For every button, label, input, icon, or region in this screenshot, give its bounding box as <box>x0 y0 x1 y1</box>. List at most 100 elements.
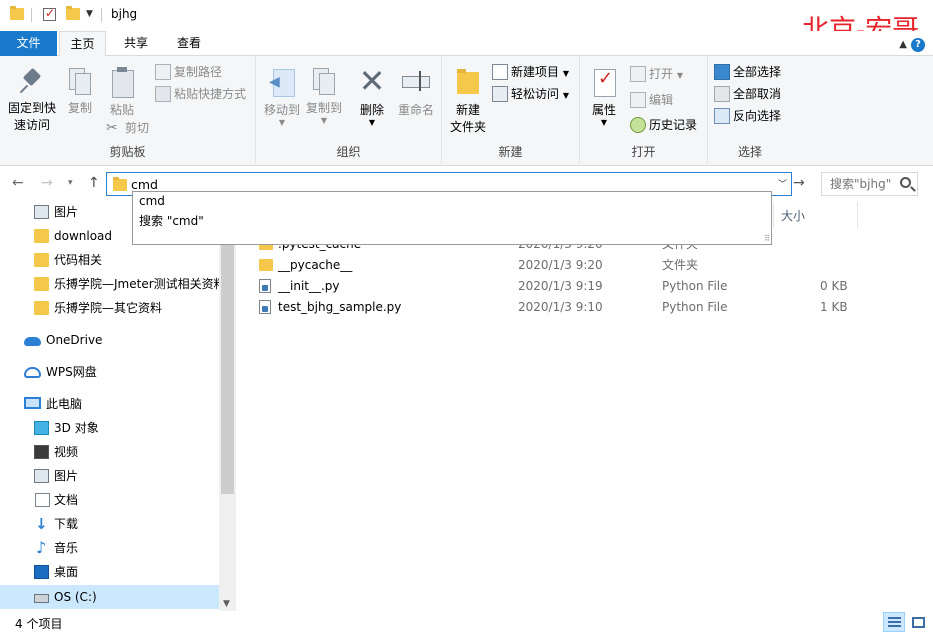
nav-item-downloads[interactable]: ↓ 下载 <box>0 512 219 536</box>
forward-arrow-icon[interactable]: → <box>41 175 53 191</box>
new-group: 新建 文件夹 新建项目 ▼ 轻松访问 ▼ 新建 <box>442 56 580 164</box>
tab-home[interactable]: 主页 <box>59 31 106 57</box>
nav-item-desktop[interactable]: 桌面 <box>0 560 219 584</box>
cut-button[interactable]: ✂ 剪切 <box>106 118 149 138</box>
file-row[interactable]: test_bjhg_sample.py 2020/1/3 9:10 Python… <box>254 297 874 318</box>
copy-label: 复制 <box>67 101 92 115</box>
properties-button[interactable]: 属性 ▼ <box>586 66 622 127</box>
copy-path-icon <box>155 63 171 80</box>
onedrive-icon <box>24 337 41 346</box>
up-arrow-icon[interactable]: ↑ <box>88 175 100 191</box>
python-file-icon <box>259 279 271 293</box>
ribbon-tabs: 文件 主页 共享 查看 ▲? <box>0 31 933 57</box>
file-row[interactable]: __init__.py 2020/1/3 9:19 Python File 0 … <box>254 276 874 297</box>
copy-to-button[interactable]: 复制到 ▼ <box>304 66 344 125</box>
nav-item-label: 此电脑 <box>46 397 83 411</box>
edit-button[interactable]: 编辑 <box>630 90 673 110</box>
file-size: 0 KB <box>820 279 848 293</box>
document-icon <box>35 493 50 507</box>
move-to-button[interactable]: 移动到 ▼ <box>262 66 302 127</box>
paste-icon <box>109 66 135 98</box>
nav-item-this-pc[interactable]: 此电脑 <box>0 392 219 416</box>
copy-button[interactable]: 复制 <box>62 66 98 117</box>
go-arrow-icon[interactable]: → <box>793 175 805 191</box>
search-icon[interactable] <box>900 177 911 188</box>
autocomplete-search-item[interactable]: 搜索 "cmd" <box>139 212 204 229</box>
file-type: Python File <box>662 300 728 314</box>
clipboard-group: 固定到快 速访问 复制 粘贴 复制路径 粘贴快捷方式 ✂ 剪切 剪贴板 <box>0 56 256 164</box>
address-autocomplete-dropdown: cmd 搜索 "cmd" ⠿ <box>132 191 772 245</box>
nav-item-pictures[interactable]: 图片 <box>0 464 219 488</box>
copy-to-label: 复制到 <box>305 101 342 115</box>
history-button[interactable]: 历史记录 <box>630 115 697 135</box>
download-icon: ↓ <box>35 515 48 533</box>
nav-item-label: 视频 <box>54 445 79 459</box>
folder-icon <box>113 177 127 191</box>
select-none-button[interactable]: 全部取消 <box>714 84 781 104</box>
select-group: 全部选择 全部取消 反向选择 选择 <box>708 56 792 164</box>
copy-icon <box>67 66 93 96</box>
large-icons-view-button[interactable] <box>907 612 929 632</box>
help-icon[interactable]: ? <box>911 38 925 52</box>
new-folder-button[interactable]: 新建 文件夹 <box>446 66 490 136</box>
nav-item-onedrive[interactable]: OneDrive <box>0 328 219 352</box>
new-item-button[interactable]: 新建项目 ▼ <box>492 62 569 82</box>
column-header-size[interactable]: 大小 <box>781 202 805 230</box>
autocomplete-item[interactable]: cmd <box>139 194 165 208</box>
tab-file[interactable]: 文件 <box>0 31 57 56</box>
select-all-button[interactable]: 全部选择 <box>714 62 781 82</box>
copy-path-button[interactable]: 复制路径 <box>155 62 222 82</box>
easy-access-label: 轻松访问 <box>511 87 560 101</box>
recent-locations-chevron-icon[interactable]: ▾ <box>68 178 73 188</box>
invert-selection-button[interactable]: 反向选择 <box>714 106 781 126</box>
pin-to-quick-access-button[interactable]: 固定到快 速访问 <box>4 68 60 134</box>
nav-item-label: 3D 对象 <box>54 421 99 435</box>
computer-icon <box>24 397 41 409</box>
nav-item-other-materials[interactable]: 乐搏学院—其它资料 <box>0 296 219 320</box>
back-arrow-icon[interactable]: ← <box>12 175 24 191</box>
details-view-button[interactable] <box>883 612 905 632</box>
nav-item-jmeter-materials[interactable]: 乐搏学院—Jmeter测试相关资料 <box>0 272 219 296</box>
nav-item-os-c-drive[interactable]: OS (C:) <box>0 585 219 609</box>
new-folder-icon[interactable] <box>66 6 80 20</box>
nav-item-3d-objects[interactable]: 3D 对象 <box>0 416 219 440</box>
nav-item-label: 桌面 <box>54 565 79 579</box>
delete-icon: ✕ <box>358 62 386 100</box>
search-box[interactable] <box>821 172 918 196</box>
large-icons-view-icon <box>912 617 925 628</box>
new-folder-label-line2: 文件夹 <box>449 120 486 134</box>
nav-item-music[interactable]: ♪ 音乐 <box>0 536 219 560</box>
tab-view[interactable]: 查看 <box>166 31 212 56</box>
pin-label-line1: 固定到快 <box>7 101 56 115</box>
tab-share[interactable]: 共享 <box>113 31 159 56</box>
pin-icon <box>20 68 44 96</box>
file-row[interactable]: __pycache__ 2020/1/3 9:20 文件夹 <box>254 255 874 276</box>
new-group-label: 新建 <box>498 145 523 159</box>
delete-button[interactable]: ✕ 删除 ▼ <box>354 62 390 127</box>
navigation-pane-scrollbar[interactable]: ▼ <box>219 200 236 611</box>
move-to-icon <box>267 66 297 98</box>
nav-item-wps-cloud[interactable]: WPS网盘 <box>0 360 219 384</box>
properties-check-icon[interactable] <box>43 6 56 21</box>
nav-item-code[interactable]: 代码相关 <box>0 248 219 272</box>
move-to-label: 移动到 <box>263 103 300 117</box>
select-none-label: 全部取消 <box>733 87 782 101</box>
nav-item-documents[interactable]: 文档 <box>0 488 219 512</box>
quick-access-toolbar-dropdown-icon[interactable]: ▼ <box>86 9 93 19</box>
search-input[interactable] <box>830 177 900 191</box>
easy-access-button[interactable]: 轻松访问 ▼ <box>492 84 569 104</box>
nav-item-videos[interactable]: 视频 <box>0 440 219 464</box>
python-file-icon <box>259 300 271 314</box>
address-dropdown-chevron-icon[interactable]: ﹀ <box>778 177 787 190</box>
paste-button[interactable]: 粘贴 <box>102 66 142 119</box>
divider <box>31 8 32 22</box>
scroll-down-arrow-icon[interactable]: ▼ <box>223 599 230 609</box>
rename-button[interactable]: 重命名 <box>394 66 438 119</box>
select-group-label: 选择 <box>737 145 762 159</box>
paste-label: 粘贴 <box>109 103 134 117</box>
resize-grip-icon[interactable]: ⠿ <box>764 234 770 243</box>
paste-shortcut-button[interactable]: 粘贴快捷方式 <box>155 84 246 104</box>
collapse-ribbon-icon[interactable]: ▲ <box>899 39 907 50</box>
open-button[interactable]: 打开 ▼ <box>630 64 683 84</box>
column-divider <box>857 202 858 228</box>
